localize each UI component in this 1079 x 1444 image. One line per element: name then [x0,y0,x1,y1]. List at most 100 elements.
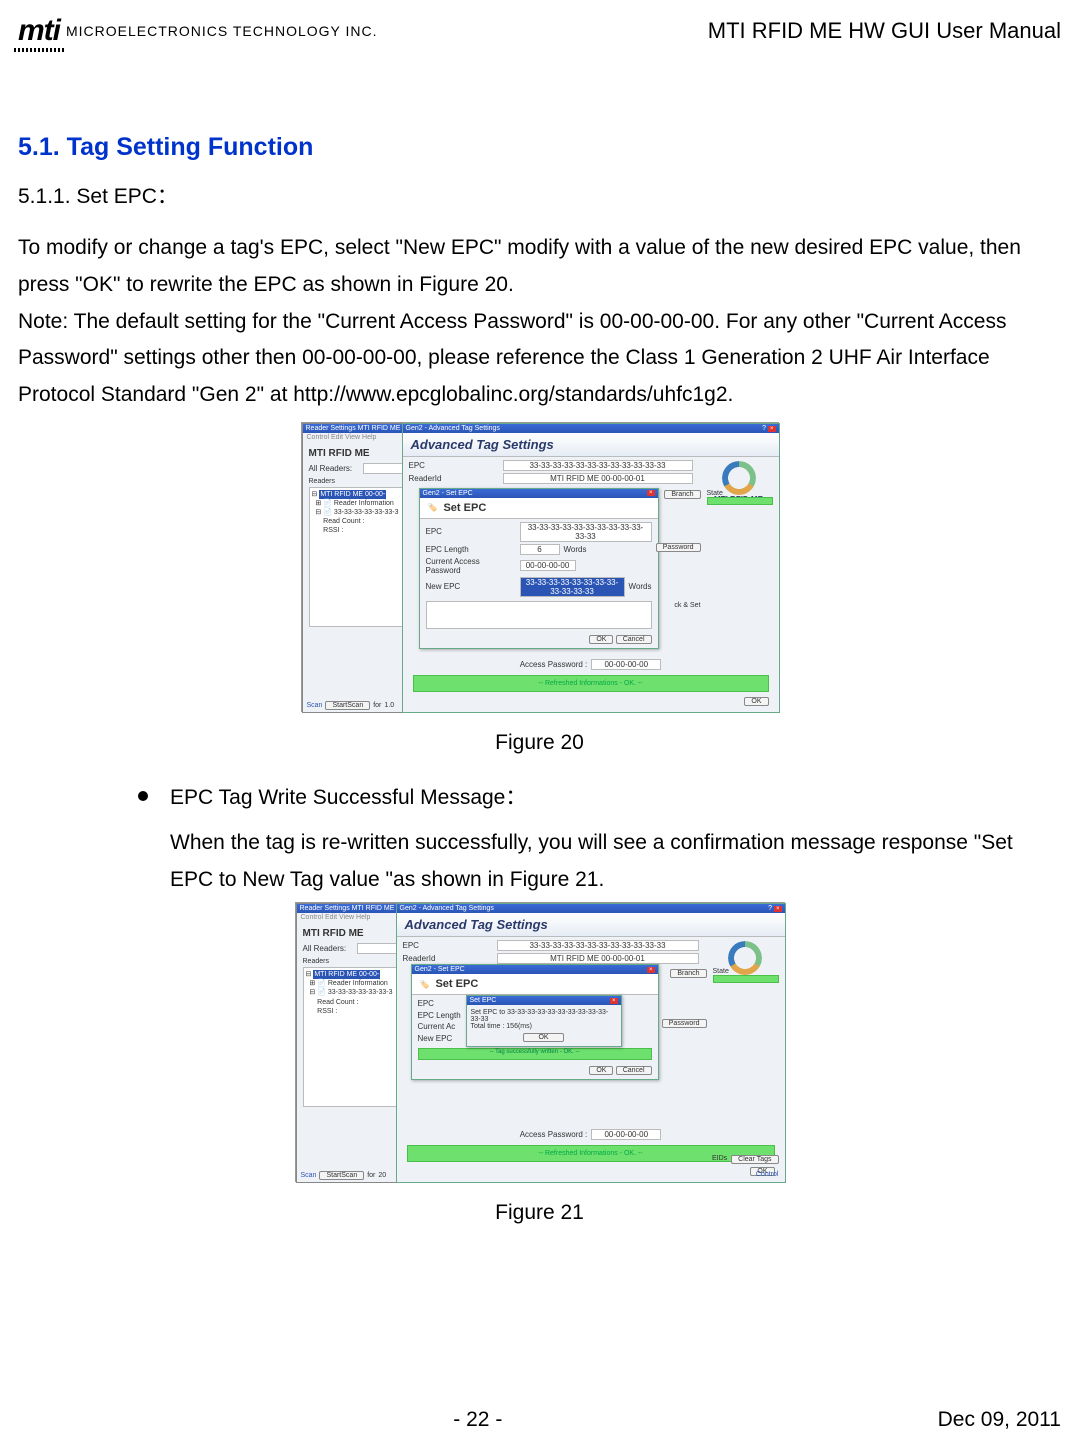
epc-label: EPC [409,461,499,470]
tree-epc-2: 33-33-33-33-33-33-3 [328,989,393,996]
access-pwd-label-2: Access Password : [520,1130,588,1139]
epc-label-2: EPC [426,527,516,536]
adv-heading: Advanced Tag Settings [403,433,779,457]
ok-button-adv[interactable]: OK [744,697,768,706]
tree-rssi: RSSI : [323,527,343,534]
start-scan-button[interactable]: StartScan [325,701,370,710]
branch-button-2[interactable]: Branch [670,969,706,978]
setepc-titlebar-2: Gen2 - Set EPC × [412,965,658,974]
tree-root-selected: MTI RFID ME 00-00- [319,490,386,499]
newepc-value[interactable]: 33-33-33-33-33-33-33-33-33-33-33-33 [520,577,625,597]
setepc-titlebar: Gen2 - Set EPC × [420,489,658,498]
branch-button[interactable]: Branch [664,490,700,499]
epc-value-2: 33-33-33-33-33-33-33-33-33-33-33-33 [520,522,652,542]
access-pwd-value[interactable]: 00-00-00-00 [591,659,661,670]
state-indicator [707,497,773,505]
tree-read-count-2: Read Count : [317,999,358,1006]
state-label-2: State [713,968,779,975]
page-footer: - 22 - Dec 09, 2011 [18,1408,1061,1432]
tag-write-status: -- Tag successfully written - OK. -- [418,1048,652,1060]
epc-label-3: EPC [403,941,493,950]
company-logo: mti MICROELECTRONICS TECHNOLOGY INC. [18,14,378,48]
start-scan-button-2[interactable]: StartScan [319,1171,364,1180]
for-label-2: for [367,1172,375,1179]
epclen-value[interactable]: 6 [520,544,560,555]
password-button-2[interactable]: Password [662,1019,707,1028]
figure-20: Reader Settings MTI RFID ME Control Edit… [18,422,1061,755]
close-icon[interactable]: × [647,967,655,973]
screenshot-figure-20: Reader Settings MTI RFID ME Control Edit… [301,422,779,712]
bullet-icon [138,791,148,801]
lockset-label: ck & Set [674,602,700,609]
page-header: mti MICROELECTRONICS TECHNOLOGY INC. MTI… [18,10,1061,58]
msgbox-titlebar: Set EPC × [467,996,621,1005]
close-icon[interactable]: × [647,490,655,496]
control-heading: Control [756,1171,779,1178]
access-pwd-value-2[interactable]: 00-00-00-00 [591,1129,661,1140]
words-label-2: Words [629,582,652,591]
section-number: 5.1. [18,133,60,161]
epc-value: 33-33-33-33-33-33-33-33-33-33-33-33 [503,460,693,471]
footer-date: Dec 09, 2011 [938,1408,1061,1432]
readerid-value: MTI RFID ME 00-00-00-01 [503,473,693,484]
readerid-value-2: MTI RFID ME 00-00-00-01 [497,953,699,964]
state-indicator-2 [713,975,779,983]
newepc-label: New EPC [426,582,516,591]
password-button[interactable]: Password [656,543,701,552]
cancel-button[interactable]: Cancel [616,635,652,644]
ok-button-2[interactable]: OK [589,1066,613,1075]
readerid-label: ReaderId [409,474,499,483]
adv-heading-2: Advanced Tag Settings [397,913,785,937]
readers-filter-label-2: All Readers: [303,944,353,953]
cap-label: Current Access Password [426,557,516,575]
bullet-item: EPC Tag Write Successful Message： When t… [138,781,1061,899]
figure-21-caption: Figure 21 [18,1201,1061,1225]
msgbox-title: Set EPC [470,997,497,1004]
bullet-title: EPC Tag Write Successful Message： [170,781,526,811]
document-title: MTI RFID ME HW GUI User Manual [708,18,1061,44]
setepc-window-title: Gen2 - Set EPC [423,490,473,497]
readers-filter-label: All Readers: [309,464,359,473]
close-icon[interactable]: × [774,906,782,912]
log-area [426,601,652,629]
clear-tags-button[interactable]: Clear Tags [731,1155,778,1164]
paragraph-2: Note: The default setting for the "Curre… [18,304,1061,414]
tree-read-count: Read Count : [323,518,364,525]
epc-value-3: 33-33-33-33-33-33-33-33-33-33-33-33 [497,940,699,951]
adv-window-titlebar-2: Gen2 - Advanced Tag Settings ? × [397,904,785,913]
cap-value[interactable]: 00-00-00-00 [520,560,576,571]
tree-root-2: MTI RFID ME 00-00- [313,970,380,979]
refresh-status: -- Refreshed Informations - OK. -- [413,675,769,692]
tag-icon: 🏷️ [428,503,438,512]
logo-text: MICROELECTRONICS TECHNOLOGY INC. [66,23,378,39]
msgbox-ok-button[interactable]: OK [523,1033,563,1042]
scan-heading: Scan [307,702,323,709]
access-pwd-label: Access Password : [520,660,588,669]
tree-rssi-2: RSSI : [317,1008,337,1015]
setepc-heading: Set EPC [443,502,486,514]
page-number: - 22 - [453,1408,502,1432]
figure-20-caption: Figure 20 [18,731,1061,755]
setepc-window-title-2: Gen2 - Set EPC [415,966,465,973]
state-label: State [707,490,773,497]
scan-heading-2: Scan [301,1172,317,1179]
for-label: for [373,702,381,709]
tree-reader-info: Reader Information [334,500,394,507]
words-label: Words [564,545,587,554]
close-icon[interactable]: × [610,998,618,1004]
tree-reader-info-2: Reader Information [328,980,388,987]
ok-button[interactable]: OK [589,635,613,644]
figure-21: Reader Settings MTI RFID ME Control Edit… [18,902,1061,1225]
close-icon[interactable]: × [768,426,776,432]
for-value[interactable]: 1.0 [384,702,402,709]
cancel-button-2[interactable]: Cancel [616,1066,652,1075]
adv-window-title: Gen2 - Advanced Tag Settings [406,425,500,432]
main-window-title: Reader Settings MTI RFID ME [306,425,401,432]
adv-window-titlebar: Gen2 - Advanced Tag Settings ? × [403,424,779,433]
subsection-number: 5.1.1. [18,185,71,208]
epclen-label: EPC Length [426,545,516,554]
for-value-2[interactable]: 20 [378,1172,396,1179]
paragraph-1: To modify or change a tag's EPC, select … [18,230,1061,304]
section-heading: 5.1. Tag Setting Function [18,133,1061,162]
msgbox-line2: Total time : 156(ms) [471,1023,617,1030]
